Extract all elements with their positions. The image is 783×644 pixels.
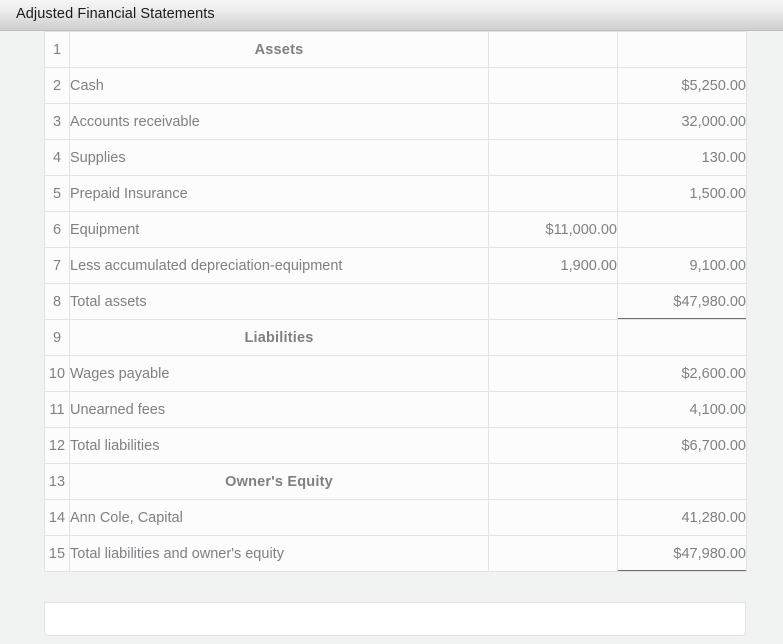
table-row[interactable]: 4 Supplies 130.00 [44,139,747,176]
account-label-cell[interactable]: Total liabilities and owner's equity [69,535,489,572]
section-heading-cell[interactable]: Owner's Equity [69,463,489,500]
table-row[interactable]: 2 Cash $5,250.00 [44,67,747,104]
amount-cell-total-column[interactable]: 9,100.00 [617,247,747,284]
row-number[interactable]: 11 [44,391,70,428]
amount-cell-total-column[interactable]: 4,100.00 [617,391,747,428]
table-row[interactable]: 3 Accounts receivable 32,000.00 [44,103,747,140]
amount-cell-total-column[interactable]: $5,250.00 [617,67,747,104]
left-gutter [0,31,44,600]
table-row[interactable]: 12 Total liabilities $6,700.00 [44,427,747,464]
row-number[interactable]: 15 [44,535,70,572]
amount-cell-first-column[interactable] [488,283,618,320]
account-label-cell[interactable]: Wages payable [69,355,489,392]
amount-cell-first-column[interactable] [488,391,618,428]
amount-cell-first-column[interactable] [488,355,618,392]
amount-cell-total-column[interactable]: 41,280.00 [617,499,747,536]
table-row[interactable]: 7 Less accumulated depreciation-equipment… [44,247,747,284]
table-row[interactable]: 9 Liabilities [44,319,747,356]
row-number[interactable]: 3 [44,103,70,140]
section-heading-cell[interactable]: Assets [69,31,489,68]
amount-cell-total-column[interactable] [617,31,747,68]
row-number[interactable]: 7 [44,247,70,284]
table-row[interactable]: 6 Equipment $11,000.00 [44,211,747,248]
amount-cell-total-column[interactable] [617,211,747,248]
account-label-cell[interactable]: Ann Cole, Capital [69,499,489,536]
amount-cell-first-column[interactable] [488,499,618,536]
row-number[interactable]: 8 [44,283,70,320]
spreadsheet-workspace: 1 Assets 2 Cash $5,250.00 3 Accounts receivabl… [0,31,783,644]
account-label-cell[interactable]: Prepaid Insurance [69,175,489,212]
table-body: 1 Assets 2 Cash $5,250.00 3 Accounts receivabl… [44,31,747,572]
amount-cell-first-column[interactable] [488,67,618,104]
row-number[interactable]: 5 [44,175,70,212]
empty-trailing-row[interactable] [44,602,746,636]
row-number[interactable]: 1 [44,31,70,68]
amount-cell-first-column[interactable] [488,31,618,68]
table-row[interactable]: 10 Wages payable $2,600.00 [44,355,747,392]
amount-cell-total-column[interactable]: 32,000.00 [617,103,747,140]
amount-cell-total-column[interactable] [617,319,747,356]
amount-cell-first-column[interactable]: $11,000.00 [488,211,618,248]
amount-cell-total-column[interactable]: $6,700.00 [617,427,747,464]
account-label-cell[interactable]: Total liabilities [69,427,489,464]
row-number[interactable]: 13 [44,463,70,500]
amount-cell-first-column[interactable] [488,175,618,212]
section-heading-cell[interactable]: Liabilities [69,319,489,356]
amount-cell-total-column[interactable]: 130.00 [617,139,747,176]
account-label-cell[interactable]: Supplies [69,139,489,176]
account-label-cell[interactable]: Less accumulated depreciation-equipment [69,247,489,284]
amount-cell-first-column[interactable] [488,427,618,464]
row-number[interactable]: 10 [44,355,70,392]
table-row[interactable]: 5 Prepaid Insurance 1,500.00 [44,175,747,212]
amount-cell-first-column[interactable] [488,103,618,140]
amount-cell-first-column[interactable] [488,535,618,572]
amount-cell-first-column[interactable]: 1,900.00 [488,247,618,284]
table-row[interactable]: 8 Total assets $47,980.00 [44,283,747,320]
amount-cell-first-column[interactable] [488,463,618,500]
window-title-bar: Adjusted Financial Statements [0,0,783,31]
table-row[interactable]: 13 Owner's Equity [44,463,747,500]
amount-cell-first-column[interactable] [488,319,618,356]
table-row[interactable]: 15 Total liabilities and owner's equity $4… [44,535,747,572]
row-number[interactable]: 14 [44,499,70,536]
table-row[interactable]: 11 Unearned fees 4,100.00 [44,391,747,428]
account-label-cell[interactable]: Total assets [69,283,489,320]
amount-cell-total-column[interactable] [617,463,747,500]
amount-cell-first-column[interactable] [488,139,618,176]
row-number[interactable]: 4 [44,139,70,176]
amount-cell-total-column[interactable]: $47,980.00 [617,535,747,572]
amount-cell-total-column[interactable]: $2,600.00 [617,355,747,392]
account-label-cell[interactable]: Equipment [69,211,489,248]
row-number[interactable]: 12 [44,427,70,464]
amount-cell-total-column[interactable]: $47,980.00 [617,283,747,320]
account-label-cell[interactable]: Unearned fees [69,391,489,428]
table-row[interactable]: 1 Assets [44,31,747,68]
account-label-cell[interactable]: Accounts receivable [69,103,489,140]
table-row[interactable]: 14 Ann Cole, Capital 41,280.00 [44,499,747,536]
window-title: Adjusted Financial Statements [16,6,215,22]
row-number[interactable]: 6 [44,211,70,248]
financial-statement-table[interactable]: 1 Assets 2 Cash $5,250.00 3 Accounts receivabl… [44,31,747,572]
row-number[interactable]: 9 [44,319,70,356]
amount-cell-total-column[interactable]: 1,500.00 [617,175,747,212]
row-number[interactable]: 2 [44,67,70,104]
account-label-cell[interactable]: Cash [69,67,489,104]
